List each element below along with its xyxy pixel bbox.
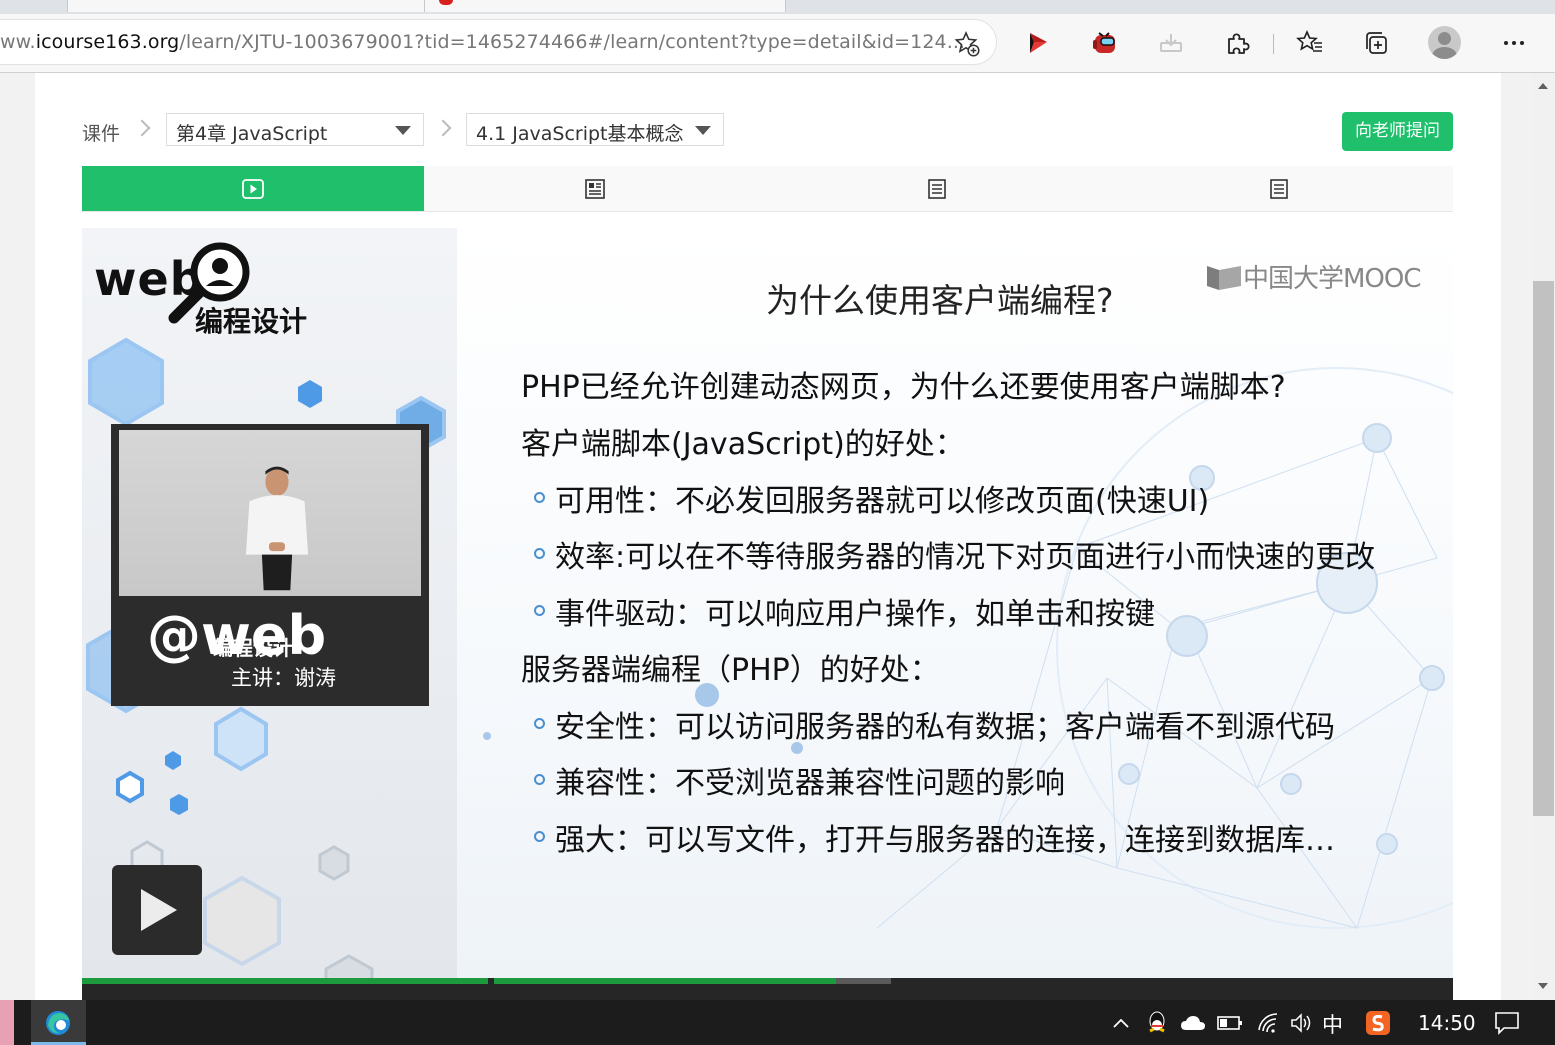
show-hidden-icons-chevron[interactable] [1110,1011,1132,1035]
client-benefits-heading: 客户端脚本(JavaScript)的好处： [521,427,965,462]
client-point: 效率:可以在不等待服务器的情况下对页面进行小而快速的更改 [555,540,1376,575]
browser-toolbar: ww.icourse163.org/learn/XJTU-1003679001?… [0,14,1555,73]
favorite-add-icon[interactable] [954,31,980,57]
breadcrumb-chevron-icon [434,119,452,137]
lecturer-figure [245,466,309,591]
address-bar[interactable]: ww.icourse163.org/learn/XJTU-1003679001?… [0,20,996,64]
lecturer-video [119,430,421,596]
more-menu-icon[interactable] [1500,29,1528,57]
browser-tab-strip [0,0,1555,14]
chapter-marker [488,978,494,984]
taskbar-clock[interactable]: 14:50 [1418,1011,1476,1035]
breadcrumb-root[interactable]: 课件 [82,119,120,146]
favorites-icon[interactable] [1296,29,1324,57]
bullet-icon [534,492,545,503]
speaker-caption: 主讲：谢涛 [231,666,336,690]
chapter-marker [1103,978,1109,984]
wifi-icon[interactable] [1254,1011,1282,1035]
notification-center-icon[interactable] [1492,1011,1522,1035]
bullet-icon [534,548,545,559]
video-player[interactable]: web 编程设计 @web 编程设计 主讲：谢涛 中国大学MOOC 为什么使用客… [82,228,1453,1000]
toolbar-divider [1273,34,1274,54]
slide-title: 为什么使用客户端编程? [766,281,1114,320]
chapter-select[interactable]: 第4章 JavaScript [166,113,424,146]
server-point: 兼容性：不受浏览器兼容性问题的影响 [555,766,1065,801]
tab-video[interactable] [82,166,424,211]
chapter-select-label: 第4章 JavaScript [176,123,328,145]
lecture-slide: 中国大学MOOC 为什么使用客户端编程? PHP已经允许创建动态网页，为什么还要… [457,228,1453,978]
slide-intro-question: PHP已经允许创建动态网页，为什么还要使用客户端脚本? [521,370,1286,405]
bullet-icon [534,831,545,842]
dropdown-arrow-icon [395,126,411,135]
server-benefits-heading: 服务器端编程（PHP）的好处： [521,653,940,688]
cam-brand-subtitle: 编程设计 [213,636,293,660]
browser-tab[interactable] [67,0,425,12]
scrollbar-thumb[interactable] [1533,281,1554,816]
section-select[interactable]: 4.1 JavaScript基本概念 [466,113,724,146]
content-tabs [82,166,1453,212]
course-page: 课件 第4章 JavaScript 4.1 JavaScript基本概念 向老师… [35,73,1501,1000]
video-progress-bar[interactable] [82,978,1453,1000]
course-logo-subtitle: 编程设计 [195,305,308,338]
mooc-logo-icon [1207,265,1241,290]
sogou-ime-icon[interactable] [1364,1011,1392,1035]
extension-save-icon[interactable] [1157,29,1185,57]
tab-discussion[interactable] [1108,166,1450,211]
tab-notes[interactable] [766,166,1108,211]
ask-teacher-button[interactable]: 向老师提问 [1342,112,1453,151]
play-button[interactable] [112,865,202,955]
extension-game-icon[interactable] [1091,29,1119,57]
collections-icon[interactable] [1362,29,1390,57]
video-side-panel: web 编程设计 @web 编程设计 主讲：谢涛 [82,228,457,978]
taskbar-edge-button[interactable] [31,1000,86,1045]
taskbar-app-icon[interactable] [0,1000,14,1045]
page-scrollbar[interactable] [1532,73,1555,1000]
edge-browser-icon [46,1011,70,1035]
battery-icon[interactable] [1216,1011,1244,1035]
dropdown-arrow-icon [695,126,711,135]
url-text[interactable]: ww.icourse163.org/learn/XJTU-1003679001?… [0,31,965,53]
bullet-icon [534,774,545,785]
extension-red-icon[interactable] [1024,29,1052,57]
video-play-icon [242,178,264,199]
extensions-puzzle-icon[interactable] [1223,29,1251,57]
client-point: 事件驱动：可以响应用户操作，如单击和按键 [555,597,1155,632]
play-icon [141,889,177,931]
lecturer-camera-inset: @web 编程设计 主讲：谢涛 [111,424,429,706]
scroll-down-icon[interactable] [1538,983,1548,989]
tab-document[interactable] [424,166,766,211]
onedrive-cloud-icon[interactable] [1179,1011,1207,1035]
section-select-label: 4.1 JavaScript基本概念 [476,123,684,145]
qq-tray-icon[interactable] [1144,1011,1170,1035]
server-point: 强大：可以写文件，打开与服务器的连接，连接到数据库… [555,823,1335,858]
client-point: 可用性：不必发回服务器就可以修改页面(快速UI) [555,484,1210,519]
profile-avatar[interactable] [1428,26,1461,59]
breadcrumb-chevron-icon [133,119,151,137]
scroll-up-icon[interactable] [1538,83,1548,89]
tab-favicon-icon [439,0,453,5]
mooc-watermark: 中国大学MOOC [1205,258,1422,295]
bullet-icon [534,605,545,616]
document-icon [585,178,605,199]
server-point: 安全性：可以访问服务器的私有数据；客户端看不到源代码 [555,710,1335,745]
notes-icon [928,178,946,199]
windows-taskbar: 中 14:50 [0,1000,1555,1045]
input-method-indicator[interactable]: 中 [1322,1009,1343,1039]
volume-icon[interactable] [1288,1011,1314,1035]
progress-played [82,978,837,984]
browser-tab[interactable] [424,0,786,12]
bullet-icon [534,718,545,729]
notes-icon [1270,178,1288,199]
